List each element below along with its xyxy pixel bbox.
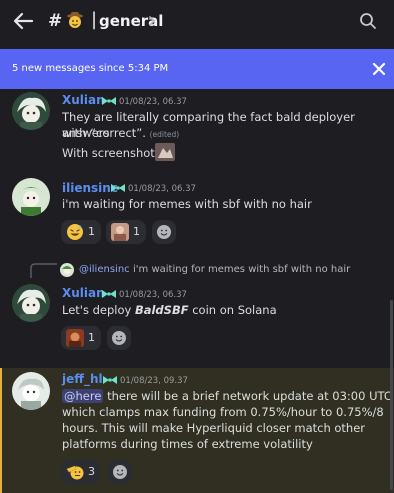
close-icon[interactable] [372, 62, 386, 76]
reaction-custom-image[interactable]: 1 [106, 220, 146, 244]
message-line: With screenshots [62, 146, 161, 160]
timestamp: 01/08/23, 06.37 [128, 184, 196, 194]
channel-header: # | general [0, 0, 394, 46]
reaction-saluting-face[interactable]: 3 [61, 460, 101, 484]
message-line: with “correct”. [62, 126, 146, 140]
new-messages-text: 5 new messages since 5:34 PM [12, 63, 169, 74]
bow-badge-icon [103, 376, 117, 384]
message-line-with-edited: with “correct”. (edited) [62, 125, 179, 143]
reply-author[interactable]: @iliensinc [79, 264, 130, 275]
new-messages-banner[interactable]: 5 new messages since 5:34 PM [0, 49, 394, 89]
add-reaction-button[interactable] [108, 460, 132, 484]
timestamp: 01/08/23, 06.37 [119, 290, 187, 300]
search-icon[interactable] [359, 12, 377, 30]
add-reaction-button[interactable] [152, 220, 176, 244]
mention-here[interactable]: @here [62, 389, 104, 403]
saluting-face-icon [66, 465, 84, 480]
coin-name: BaldSBF [134, 303, 189, 317]
avatar[interactable] [12, 284, 50, 322]
author-name[interactable]: Xulian [62, 93, 105, 107]
avatar[interactable] [12, 372, 50, 410]
channel-separator: | [91, 9, 98, 30]
cowboy-emoji-icon [67, 12, 83, 28]
message-text: i'm waiting for memes with sbf with no h… [62, 197, 312, 211]
scrollbar[interactable] [390, 300, 393, 490]
reply-connector [30, 263, 57, 278]
add-reaction-icon [113, 465, 127, 479]
message-line: @here there will be a brief network upda… [62, 388, 392, 404]
bow-badge-icon [102, 290, 116, 298]
timestamp: 01/08/23, 09.37 [120, 376, 188, 386]
custom-image-emoji-icon [66, 329, 84, 347]
message-line: platforms during times of extreme volati… [62, 437, 313, 451]
avatar[interactable] [12, 178, 50, 216]
reply-text: i'm waiting for memes with sbf with no h… [133, 264, 351, 275]
add-reaction-icon [157, 225, 171, 239]
message-line: which clamps max funding from 0.75%/hour… [62, 405, 384, 419]
avatar[interactable] [12, 92, 50, 130]
author-name[interactable]: Xulian [62, 286, 105, 300]
reaction-custom-image[interactable]: 1 [61, 326, 101, 350]
bow-badge-icon [111, 184, 125, 192]
channel-hash-icon: # [48, 11, 63, 31]
message-text-part: coin on Solana [188, 303, 277, 317]
bow-badge-icon [102, 97, 116, 105]
reaction-count: 1 [133, 225, 140, 238]
message-line: hours. This will make Hyperliquid closer… [62, 421, 366, 435]
message-text-part: Let's deploy [62, 303, 135, 317]
message-text: Let's deploy BaldSBF coin on Solana [62, 302, 277, 318]
custom-image-emoji-icon [155, 143, 175, 161]
reaction-count: 1 [88, 225, 95, 238]
author-name[interactable]: jeff_hl [62, 372, 103, 386]
edited-label: (edited) [149, 130, 180, 139]
custom-image-emoji-icon [111, 223, 129, 241]
add-reaction-icon [112, 331, 126, 345]
reaction-count: 1 [88, 331, 95, 344]
reply-avatar [60, 263, 74, 277]
timestamp: 01/08/23, 06.37 [119, 97, 187, 107]
message-text-part: there will be a brief network update at … [103, 389, 392, 403]
reaction-count: 3 [88, 465, 95, 478]
grinning-sweat-face-icon [67, 224, 83, 240]
chevron-right-icon[interactable] [147, 14, 157, 28]
reaction-grinning-sweat[interactable]: 1 [61, 220, 101, 244]
arrow-left-icon[interactable] [12, 10, 34, 32]
add-reaction-button[interactable] [107, 326, 131, 350]
